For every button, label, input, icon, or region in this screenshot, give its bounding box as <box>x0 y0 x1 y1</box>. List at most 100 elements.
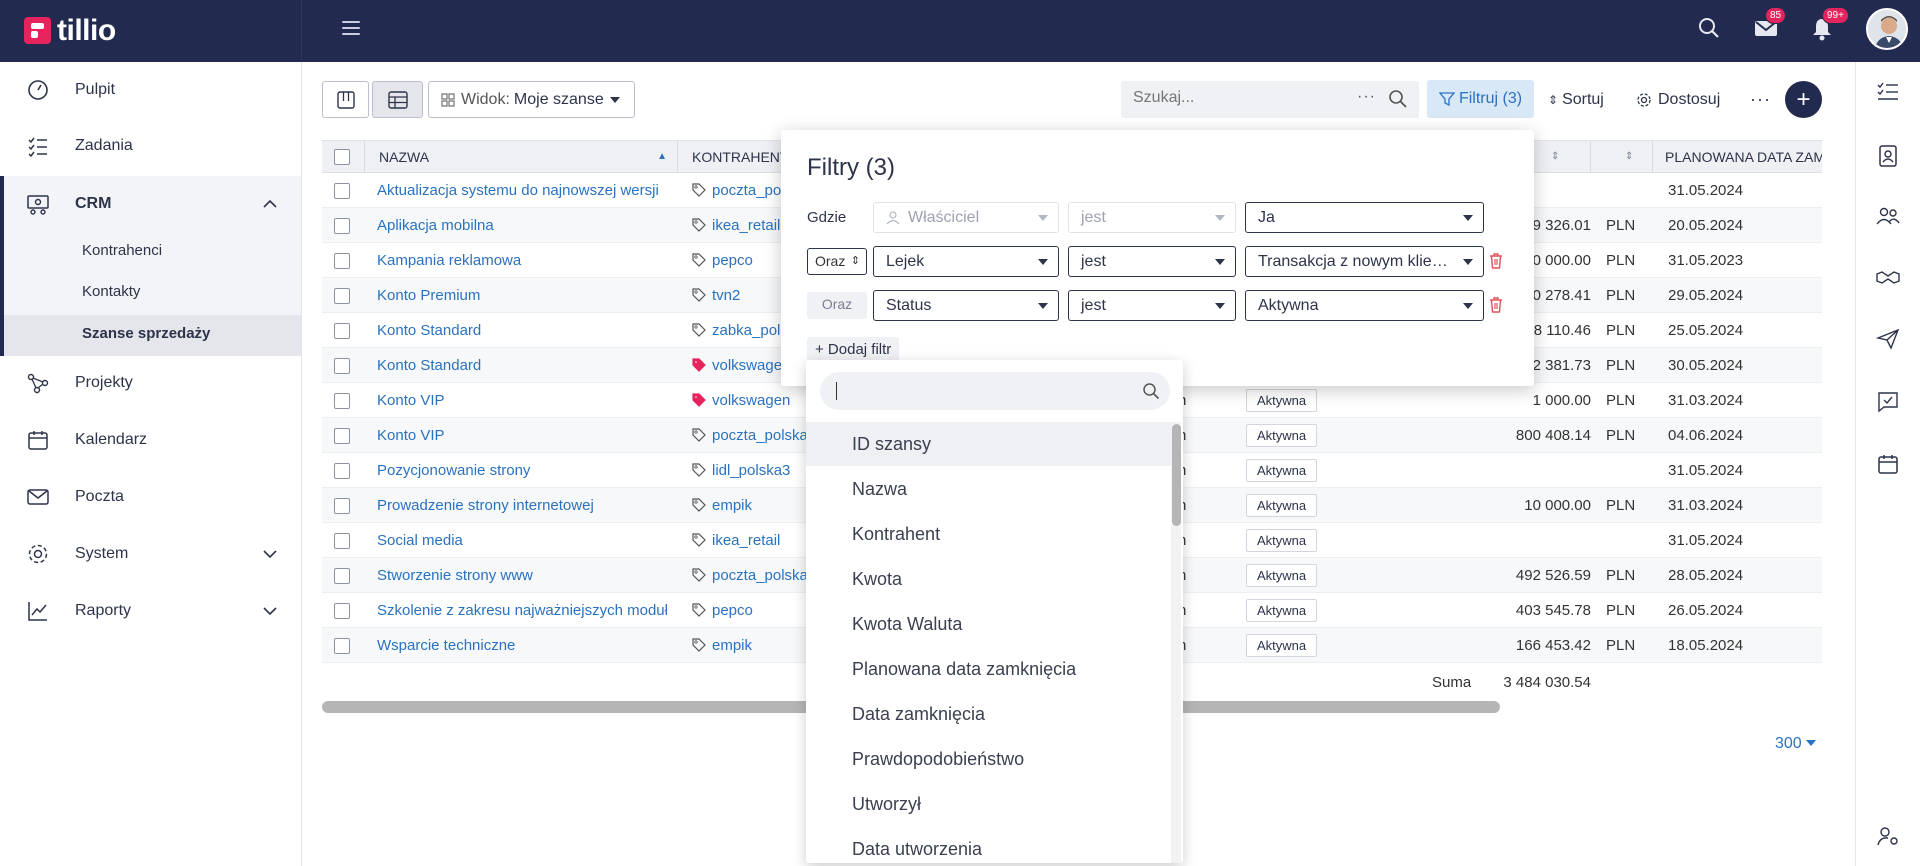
contractor-link[interactable]: poczta_polska <box>712 427 808 444</box>
filter-value-select[interactable]: Transakcja z nowym klientem <box>1245 246 1484 277</box>
field-option[interactable]: Utworzył <box>806 782 1171 826</box>
contacts-book-icon[interactable] <box>1876 144 1900 168</box>
contractor-link[interactable]: ikea_retail <box>712 217 780 234</box>
contractor-link[interactable]: empik <box>712 637 752 654</box>
opportunity-name-link[interactable]: Prowadzenie strony internetowej <box>377 488 667 523</box>
field-option[interactable]: Kontrahent <box>806 512 1171 556</box>
field-option[interactable]: Kwota Waluta <box>806 602 1171 646</box>
column-header-sort-a[interactable]: ⇕ <box>1527 141 1591 173</box>
customize-button[interactable]: Dostosuj <box>1636 81 1720 118</box>
row-checkbox[interactable] <box>334 323 350 339</box>
contractor-link[interactable]: tvn2 <box>712 287 740 304</box>
sidebar-subitem-szanse[interactable]: Szanse sprzedaży <box>82 325 210 342</box>
filter-field-select[interactable]: Lejek <box>873 246 1059 277</box>
filter-value-select[interactable]: Ja <box>1245 202 1484 233</box>
sidebar-subitem-kontrahenci[interactable]: Kontrahenci <box>82 242 162 259</box>
field-option[interactable]: Kwota <box>806 557 1171 601</box>
row-checkbox[interactable] <box>334 288 350 304</box>
settings-users-icon[interactable] <box>1876 824 1900 848</box>
contractor-link[interactable]: empik <box>712 497 752 514</box>
field-option[interactable]: ID szansy <box>806 422 1171 466</box>
sidebar-item-zadania[interactable]: Zadania <box>0 118 301 174</box>
sidebar-item-raporty[interactable]: Raporty <box>0 583 301 639</box>
handshake-icon[interactable] <box>1876 266 1900 290</box>
row-checkbox[interactable] <box>334 358 350 374</box>
sidebar-item-projekty[interactable]: Projekty <box>0 355 301 411</box>
column-header-nazwa[interactable]: NAZWA ▲ <box>365 141 678 173</box>
table-view-button[interactable] <box>372 81 423 118</box>
search-input[interactable] <box>1133 89 1333 107</box>
field-search-input[interactable] <box>820 372 1170 410</box>
contractor-link[interactable]: volkswagen <box>712 357 790 374</box>
mail-button[interactable]: 85 <box>1753 7 1787 44</box>
row-checkbox[interactable] <box>334 463 350 479</box>
search-icon[interactable] <box>1388 89 1408 109</box>
row-checkbox[interactable] <box>334 568 350 584</box>
tasks-list-icon[interactable] <box>1876 80 1900 104</box>
trash-icon[interactable] <box>1488 296 1504 314</box>
trash-icon[interactable] <box>1488 252 1504 270</box>
contractor-link[interactable]: volkswagen <box>712 392 790 409</box>
field-option[interactable]: Prawdopodobieństwo <box>806 737 1171 781</box>
contractor-link[interactable]: ikea_retail <box>712 532 780 549</box>
row-checkbox[interactable] <box>334 253 350 269</box>
sidebar-item-pulpit[interactable]: Pulpit <box>0 62 301 118</box>
opportunity-name-link[interactable]: Konto Standard <box>377 348 667 383</box>
opportunity-name-link[interactable]: Kampania reklamowa <box>377 243 667 278</box>
row-checkbox[interactable] <box>334 428 350 444</box>
contractor-link[interactable]: poczta_polska <box>712 567 808 584</box>
sidebar-item-system[interactable]: System <box>0 526 301 582</box>
calendar-icon[interactable] <box>1876 452 1900 476</box>
field-option[interactable]: Data utworzenia <box>806 827 1171 863</box>
contractor-link[interactable]: pepco <box>712 602 753 619</box>
row-checkbox[interactable] <box>334 183 350 199</box>
row-checkbox[interactable] <box>334 498 350 514</box>
filter-operator-select[interactable]: jest <box>1068 290 1236 321</box>
column-header-sort-b[interactable]: ⇕ <box>1591 141 1653 173</box>
avatar[interactable] <box>1866 8 1908 50</box>
kanban-view-button[interactable] <box>322 81 369 118</box>
sort-button[interactable]: ⇕ Sortuj <box>1548 81 1604 118</box>
opportunity-name-link[interactable]: Wsparcie techniczne <box>377 628 667 663</box>
opportunity-name-link[interactable]: Konto VIP <box>377 383 667 418</box>
contractor-link[interactable]: pepco <box>712 252 753 269</box>
contractor-link[interactable]: lidl_polska3 <box>712 462 790 479</box>
filter-field-select[interactable]: Właściciel <box>873 202 1059 233</box>
menu-icon[interactable] <box>340 18 362 40</box>
search-icon[interactable] <box>1697 16 1725 44</box>
field-option[interactable]: Data zamknięcia <box>806 692 1171 736</box>
page-size-selector[interactable]: 300 <box>1775 735 1817 753</box>
sidebar-item-crm[interactable]: CRM <box>0 176 301 232</box>
filter-field-select[interactable]: Status <box>873 290 1059 321</box>
opportunity-name-link[interactable]: Stworzenie strony www <box>377 558 667 593</box>
filter-button[interactable]: Filtruj (3) <box>1427 80 1534 118</box>
message-check-icon[interactable] <box>1876 390 1900 414</box>
filter-operator-select[interactable]: jest <box>1068 246 1236 277</box>
field-option[interactable]: Planowana data zamknięcia <box>806 647 1171 691</box>
row-checkbox[interactable] <box>334 638 350 654</box>
add-button[interactable]: + <box>1785 81 1822 118</box>
conjunction-select[interactable]: Oraz ⇕ <box>807 248 867 275</box>
column-header-data[interactable]: PLANOWANA DATA ZAMKNIĘCIA <box>1653 141 1822 173</box>
row-checkbox[interactable] <box>334 533 350 549</box>
sidebar-item-poczta[interactable]: Poczta <box>0 469 301 525</box>
field-option[interactable]: Nazwa <box>806 467 1171 511</box>
notifications-button[interactable]: 99+ <box>1810 7 1849 44</box>
opportunity-name-link[interactable]: Pozycjonowanie strony <box>377 453 667 488</box>
sidebar-item-kalendarz[interactable]: Kalendarz <box>0 412 301 468</box>
send-icon[interactable] <box>1876 327 1900 351</box>
users-icon[interactable] <box>1876 204 1900 228</box>
filter-operator-select[interactable]: jest <box>1068 202 1236 233</box>
opportunity-name-link[interactable]: Aplikacja mobilna <box>377 208 667 243</box>
opportunity-name-link[interactable]: Konto VIP <box>377 418 667 453</box>
opportunity-name-link[interactable]: Szkolenie z zakresu najważniejszych modu… <box>377 593 667 628</box>
opportunity-name-link[interactable]: Social media <box>377 523 667 558</box>
opportunity-name-link[interactable]: Konto Standard <box>377 313 667 348</box>
row-checkbox[interactable] <box>334 603 350 619</box>
select-all-checkbox[interactable] <box>334 149 350 165</box>
row-checkbox[interactable] <box>334 218 350 234</box>
opportunity-name-link[interactable]: Aktualizacja systemu do najnowszej wersj… <box>377 173 667 208</box>
sidebar-subitem-kontakty[interactable]: Kontakty <box>82 283 140 300</box>
app-logo[interactable]: tillio <box>24 14 116 47</box>
more-actions-icon[interactable]: ··· <box>1750 81 1771 118</box>
